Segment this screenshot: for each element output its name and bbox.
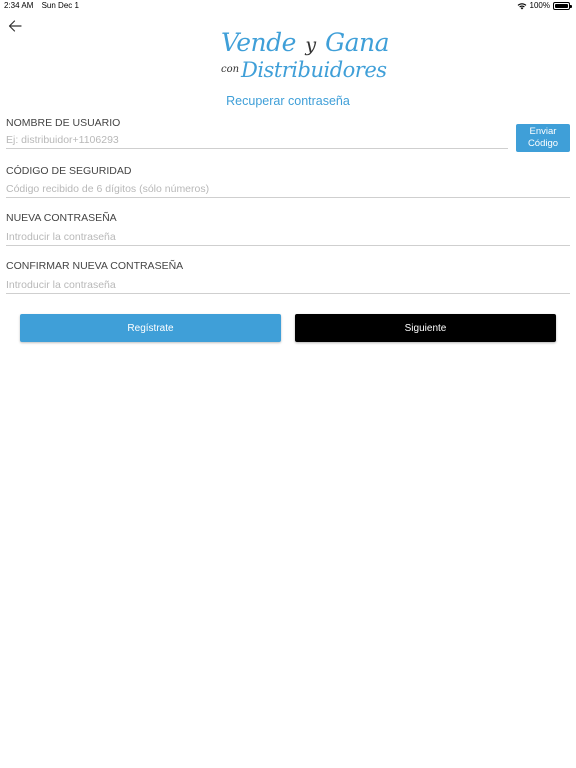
confirm-password-label: CONFIRMAR NUEVA CONTRASEÑA bbox=[6, 260, 184, 272]
wifi-icon bbox=[517, 2, 526, 9]
logo-line-1: Vende y Gana bbox=[221, 28, 389, 57]
new-password-label: NUEVA CONTRASEÑA bbox=[6, 212, 117, 224]
security-code-input[interactable] bbox=[6, 180, 570, 198]
app-logo: Vende y Gana con Distribuidores bbox=[215, 28, 389, 86]
logo-word-con: con bbox=[221, 64, 240, 75]
logo-word-distribuidores: Distribuidores bbox=[241, 58, 387, 82]
username-input[interactable] bbox=[6, 131, 508, 149]
battery-icon bbox=[553, 1, 572, 10]
status-bar: 2:34 AM Sun Dec 1 100% bbox=[0, 0, 576, 12]
next-button[interactable]: Siguiente bbox=[295, 314, 556, 342]
page-title: Recuperar contraseña bbox=[226, 94, 350, 108]
status-left: 2:34 AM Sun Dec 1 bbox=[4, 1, 85, 10]
username-label: NOMBRE DE USUARIO bbox=[6, 117, 121, 129]
status-date: Sun Dec 1 bbox=[41, 1, 79, 10]
status-right: 100% bbox=[517, 1, 572, 10]
send-code-button[interactable]: Enviar Código bbox=[516, 124, 570, 152]
logo-word-vende: Vende bbox=[221, 28, 296, 57]
arrow-left-icon bbox=[8, 20, 22, 32]
logo-word-gana: Gana bbox=[325, 28, 389, 57]
register-button[interactable]: Regístrate bbox=[20, 314, 281, 342]
confirm-password-input[interactable] bbox=[6, 276, 570, 294]
new-password-input[interactable] bbox=[6, 228, 570, 246]
status-time: 2:34 AM bbox=[4, 1, 34, 10]
logo-word-y: y bbox=[305, 34, 316, 56]
back-button[interactable] bbox=[5, 16, 25, 36]
recover-password-screen: 2:34 AM Sun Dec 1 100% Vende y Gana con … bbox=[0, 0, 576, 768]
battery-percent: 100% bbox=[529, 1, 550, 10]
security-code-label: CÓDIGO DE SEGURIDAD bbox=[6, 165, 132, 177]
